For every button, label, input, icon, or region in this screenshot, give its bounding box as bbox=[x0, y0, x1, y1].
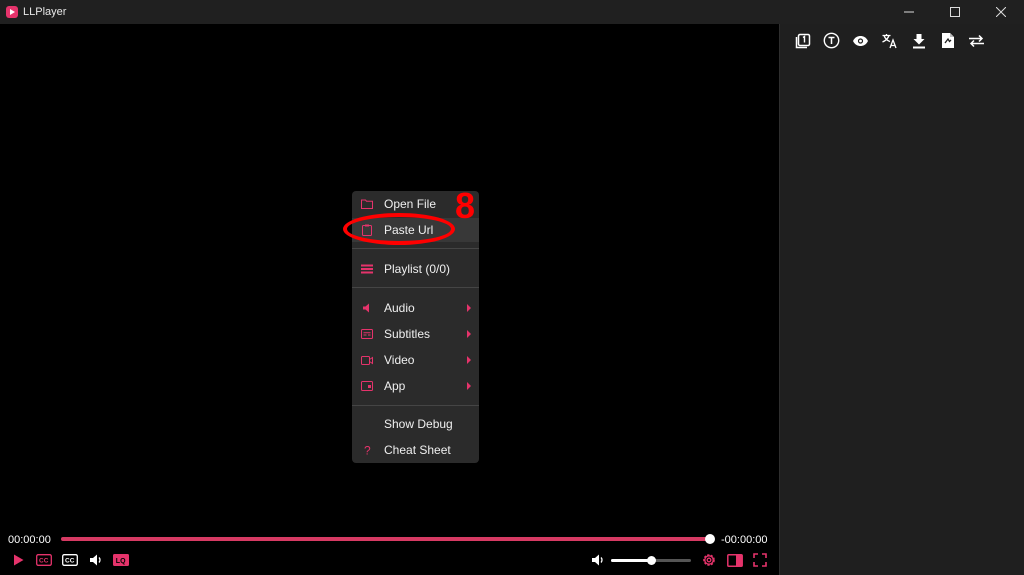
menu-item-video[interactable]: Video bbox=[352, 348, 479, 372]
document-icon bbox=[941, 33, 954, 48]
volume-icon bbox=[89, 554, 101, 566]
low-quality-button[interactable]: LQ bbox=[112, 552, 130, 568]
fullscreen-button[interactable] bbox=[751, 552, 769, 568]
app-icon bbox=[360, 379, 374, 393]
submenu-arrow-icon bbox=[467, 304, 471, 312]
submenu-arrow-icon bbox=[467, 330, 471, 338]
text-icon bbox=[823, 32, 840, 49]
svg-text:CC: CC bbox=[39, 558, 49, 565]
menu-item-audio[interactable]: Audio bbox=[352, 296, 479, 320]
text-button[interactable] bbox=[821, 30, 842, 51]
eye-button[interactable] bbox=[850, 30, 871, 51]
svg-text:?: ? bbox=[364, 444, 371, 456]
translate-icon bbox=[882, 34, 897, 49]
time-current: 00:00:00 bbox=[8, 534, 51, 546]
sidebar-icon bbox=[727, 553, 743, 567]
video-icon bbox=[360, 353, 374, 367]
swap-button[interactable] bbox=[966, 30, 987, 51]
subtitle-side-panel bbox=[779, 24, 1024, 575]
volume-button[interactable] bbox=[589, 552, 607, 568]
submenu-arrow-icon bbox=[467, 382, 471, 390]
list-icon bbox=[360, 262, 374, 276]
play-button[interactable] bbox=[9, 552, 27, 568]
annotation-number: 8 bbox=[455, 185, 476, 226]
closed-captions-icon: CC bbox=[36, 554, 52, 566]
subtitle-1-button[interactable] bbox=[792, 30, 813, 51]
volume-thumb[interactable] bbox=[646, 556, 656, 565]
annotation-ellipse bbox=[343, 213, 455, 245]
menu-separator bbox=[352, 287, 479, 288]
volume-icon bbox=[591, 554, 603, 566]
subtitle-toggle-primary-button[interactable]: CC bbox=[35, 552, 53, 568]
menu-separator bbox=[352, 405, 479, 406]
speaker-icon bbox=[360, 301, 374, 315]
app-logo-icon bbox=[6, 6, 18, 18]
close-icon bbox=[996, 7, 1006, 17]
volume-fill bbox=[611, 559, 651, 562]
play-icon bbox=[13, 554, 23, 566]
minimize-button[interactable] bbox=[886, 0, 932, 24]
eye-icon bbox=[853, 35, 868, 46]
menu-separator bbox=[352, 248, 479, 249]
side-toolbar bbox=[780, 24, 1024, 51]
seek-bar[interactable] bbox=[61, 537, 710, 541]
svg-text:CC: CC bbox=[65, 558, 75, 565]
menu-item-playlist[interactable]: Playlist (0/0) bbox=[352, 257, 479, 281]
settings-button[interactable] bbox=[700, 552, 718, 568]
folder-icon bbox=[360, 197, 374, 211]
low-quality-icon: LQ bbox=[113, 554, 129, 566]
app-title: LLPlayer bbox=[23, 6, 67, 18]
download-button[interactable] bbox=[908, 30, 929, 51]
menu-item-show-debug[interactable]: Show Debug bbox=[352, 412, 479, 436]
seek-thumb[interactable] bbox=[705, 534, 715, 544]
subtitle-toggle-secondary-button[interactable]: CC bbox=[61, 552, 79, 568]
document-button[interactable] bbox=[937, 30, 958, 51]
translate-button[interactable] bbox=[879, 30, 900, 51]
title-bar: LLPlayer bbox=[0, 0, 1024, 24]
download-icon bbox=[912, 33, 925, 48]
maximize-button[interactable] bbox=[932, 0, 978, 24]
menu-item-app[interactable]: App bbox=[352, 374, 479, 398]
maximize-icon bbox=[950, 7, 960, 17]
minimize-icon bbox=[904, 11, 914, 13]
closed-captions-icon: CC bbox=[62, 554, 78, 566]
window-controls bbox=[886, 0, 1024, 24]
swap-icon bbox=[969, 34, 984, 47]
sidebar-toggle-button[interactable] bbox=[726, 552, 744, 568]
gear-icon bbox=[703, 554, 715, 566]
fullscreen-icon bbox=[753, 553, 767, 567]
submenu-arrow-icon bbox=[467, 356, 471, 364]
svg-text:LQ: LQ bbox=[116, 558, 126, 565]
close-button[interactable] bbox=[978, 0, 1024, 24]
mute-button[interactable] bbox=[87, 552, 105, 568]
time-remaining: -00:00:00 bbox=[721, 534, 768, 546]
menu-item-cheat-sheet[interactable]: ? Cheat Sheet bbox=[352, 438, 479, 462]
menu-item-subtitles[interactable]: Subtitles bbox=[352, 322, 479, 346]
help-icon: ? bbox=[360, 443, 374, 457]
subtitle-1-icon bbox=[795, 33, 810, 48]
subtitles-icon bbox=[360, 327, 374, 341]
